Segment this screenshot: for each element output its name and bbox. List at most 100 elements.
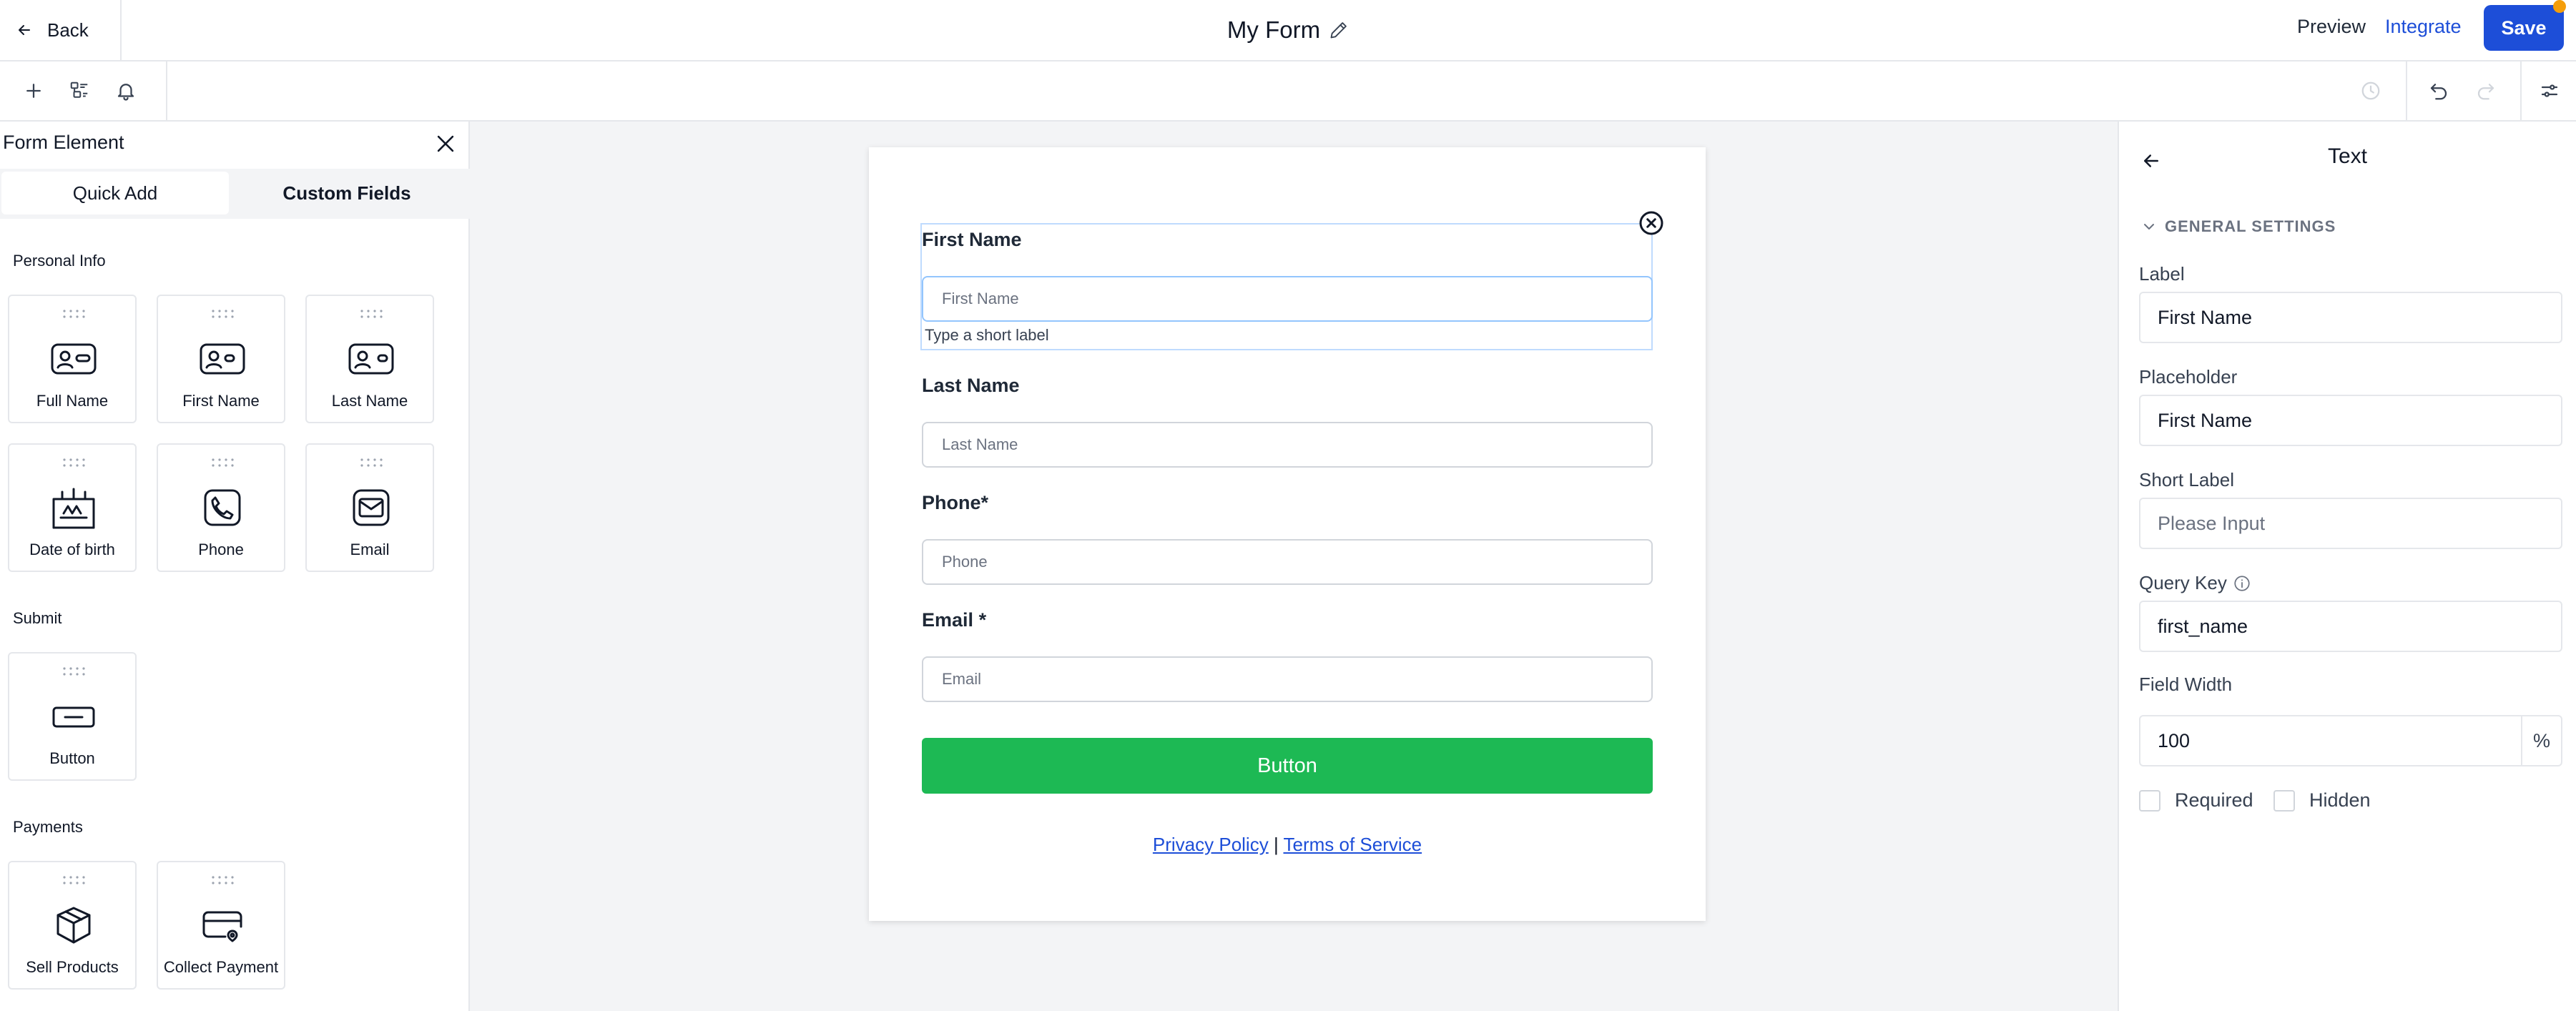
tile-first-name[interactable]: First Name [157,295,285,423]
form-element-panel: Form Element Quick Add Custom Fields Per… [0,122,470,1011]
drag-handle-icon [63,458,85,467]
id-card-icon [51,343,97,375]
tile-label: Email [350,541,390,558]
bell-icon[interactable] [112,77,139,104]
remove-field-icon[interactable] [1638,210,1664,236]
tile-sell-products[interactable]: Sell Products [8,861,137,990]
element-tabs: Quick Add Custom Fields [0,169,470,219]
id-card-icon [200,343,245,375]
mail-icon [353,489,390,526]
tile-label: Collect Payment [163,958,279,976]
label-input[interactable]: First Name [2139,292,2562,343]
cake-icon [52,488,95,529]
tab-custom-fields[interactable]: Custom Fields [232,172,462,214]
pencil-icon[interactable] [1329,20,1349,40]
label-field-label: Label [2139,263,2185,285]
required-label: Required [2175,789,2253,811]
tile-label: Date of birth [29,541,115,558]
button-icon [52,706,95,728]
short-label-input[interactable]: Please Input [2139,498,2562,549]
drag-handle-icon [63,876,85,884]
integrate-button[interactable]: Integrate [2385,16,2462,38]
back-button[interactable]: Back [0,0,122,60]
first-name-input[interactable]: First Name [922,276,1653,322]
id-card-icon [348,343,394,375]
last-name-input[interactable]: Last Name [922,422,1653,468]
tile-label: First Name [182,392,260,410]
privacy-policy-link[interactable]: Privacy Policy [1153,834,1269,855]
tile-label: Sell Products [26,958,119,976]
checkbox-box[interactable] [2273,789,2295,812]
drag-handle-icon [212,876,234,884]
settings-title: Text [2327,144,2368,168]
hidden-checkbox[interactable]: Hidden [2273,789,2371,812]
email-label-text: Email [922,609,974,631]
info-icon[interactable] [2233,574,2251,593]
required-mark: * [978,609,987,631]
hidden-label: Hidden [2309,789,2371,811]
add-icon[interactable] [20,77,47,104]
required-checkbox[interactable]: Required [2139,789,2253,812]
redo-icon[interactable] [2472,77,2499,104]
checkbox-box[interactable] [2139,789,2160,812]
query-key-field-label: Query Key [2139,572,2251,594]
section-title-submit: Submit [13,609,62,627]
footer-links: Privacy Policy | Terms of Service [869,834,1706,856]
form-title[interactable]: My Form [1227,16,1320,44]
back-label: Back [47,19,89,41]
tile-label: Phone [198,541,244,558]
general-settings-toggle[interactable]: GENERAL SETTINGS [2140,217,2336,236]
form-preview: First Name First Name Type a short label… [869,147,1706,921]
submit-button[interactable]: Button [922,738,1653,794]
link-separator: | [1273,834,1279,855]
arrow-left-icon [19,25,30,35]
drag-handle-icon [63,667,85,676]
field-settings-panel: Text GENERAL SETTINGS Label First Name P… [2118,122,2576,1011]
first-name-label: First Name [922,229,1022,250]
tile-collect-payment[interactable]: Collect Payment [157,861,285,990]
layers-icon[interactable] [66,77,93,104]
section-title: GENERAL SETTINGS [2165,217,2336,235]
query-key-label-text: Query Key [2139,572,2227,593]
unsaved-indicator [2553,0,2566,13]
toolbar [0,61,2576,122]
drag-handle-icon [360,310,383,318]
settings-sliders-icon[interactable] [2536,77,2563,104]
section-title-personal-info: Personal Info [13,252,106,270]
tile-last-name[interactable]: Last Name [305,295,434,423]
field-width-label: Field Width [2139,674,2233,695]
query-key-input[interactable]: first_name [2139,601,2562,652]
phone-icon [204,489,241,526]
tile-email[interactable]: Email [305,443,434,572]
tab-quick-add[interactable]: Quick Add [1,172,229,214]
tile-button[interactable]: Button [8,652,137,781]
placeholder-input[interactable]: First Name [2139,395,2562,446]
email-input[interactable]: Email [922,656,1653,702]
chevron-down-icon [2144,224,2154,230]
required-mark: * [980,492,989,513]
terms-of-service-link[interactable]: Terms of Service [1283,834,1422,855]
drag-handle-icon [212,458,234,467]
credit-card-icon [202,911,242,942]
tile-label: Button [49,749,95,767]
field-width-unit: % [2521,715,2562,766]
phone-input[interactable]: Phone [922,539,1653,585]
field-width-input[interactable]: 100 [2139,715,2522,766]
tile-phone[interactable]: Phone [157,443,285,572]
tile-date-of-birth[interactable]: Date of birth [8,443,137,572]
top-bar: Back My Form Preview Integrate Save [0,0,2576,61]
preview-button[interactable]: Preview [2297,16,2366,38]
save-button[interactable]: Save [2484,5,2564,51]
drag-handle-icon [212,310,234,318]
short-label-field-label: Short Label [2139,469,2234,490]
panel-title: Form Element [3,132,124,153]
undo-icon[interactable] [2425,77,2452,104]
box-icon [56,907,91,944]
tile-full-name[interactable]: Full Name [8,295,137,423]
drag-handle-icon [360,458,383,467]
close-icon[interactable] [433,132,458,156]
email-label: Email * [922,609,986,631]
placeholder-field-label: Placeholder [2139,366,2238,388]
tile-label: Full Name [36,392,109,410]
history-icon[interactable] [2357,77,2384,104]
